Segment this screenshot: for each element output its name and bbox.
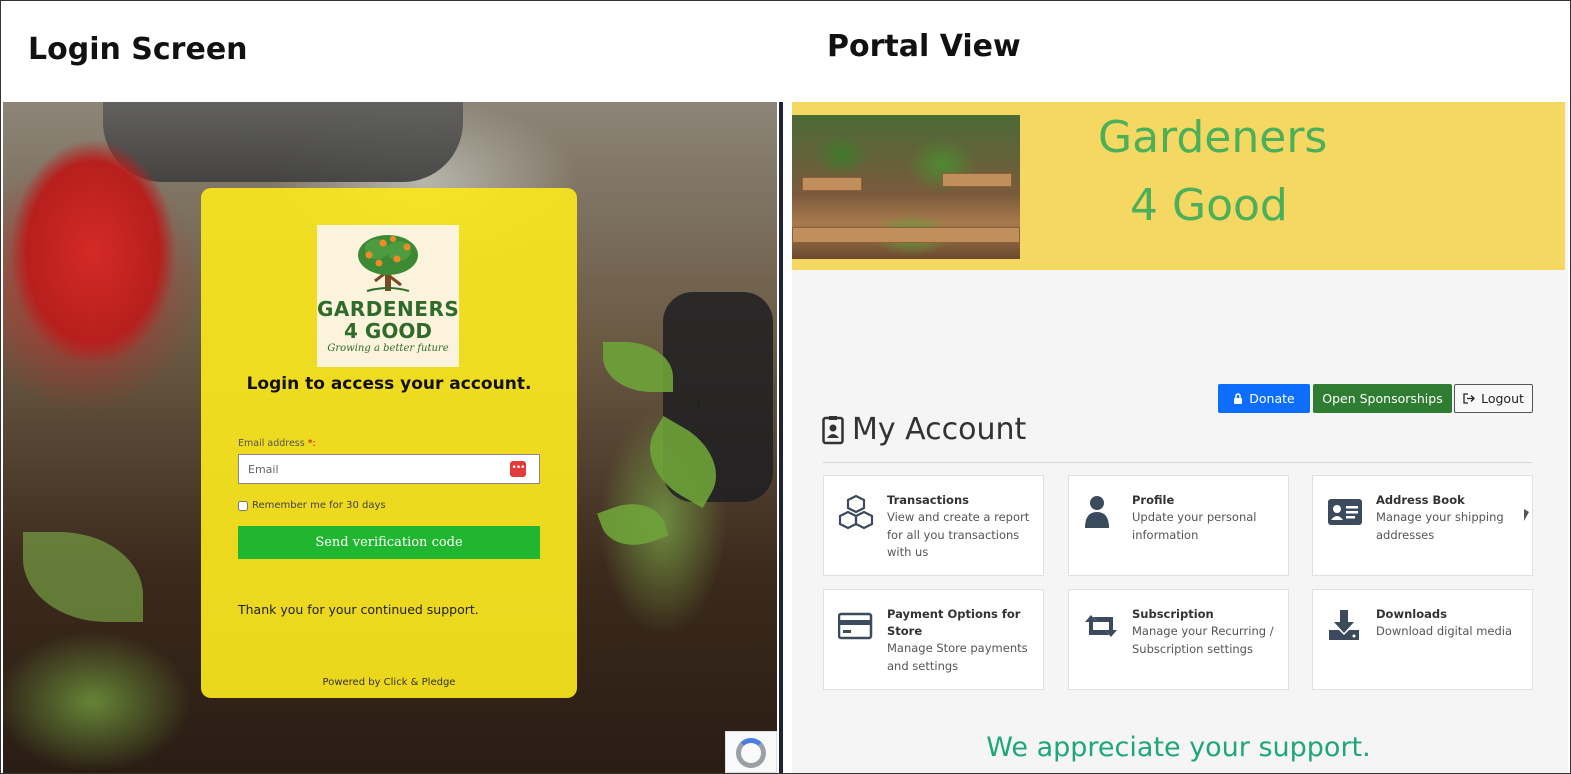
logout-button-label: Logout [1481,391,1524,406]
tile-title: Subscription [1132,607,1214,621]
tile-description: Manage your Recurring / Subscription set… [1132,624,1274,656]
mouse-cursor-icon [1524,509,1529,521]
tile-title: Address Book [1376,493,1465,507]
portal-banner: Gardeners 4 Good [792,102,1565,270]
photo-leaf [23,532,143,622]
photo-garden-bed [792,227,1020,243]
tile-description: View and create a report for all you tra… [887,510,1030,559]
photo-garden-bed [942,173,1012,187]
send-verification-code-button[interactable]: Send verification code [238,526,540,559]
remember-me[interactable]: Remember me for 30 days [238,500,386,511]
logo-text-line2: 4 GOOD [344,319,432,343]
tile-title: Transactions [887,493,969,507]
remember-me-checkbox[interactable] [238,500,248,511]
password-manager-icon[interactable]: ••• [510,461,526,477]
login-card: GARDENERS 4 GOOD Growing a better future… [201,188,577,698]
tile-description: Manage Store payments and settings [887,641,1028,673]
sign-out-icon [1463,393,1476,404]
login-screen-heading: Login Screen [28,32,248,67]
tile-title: Profile [1132,493,1175,507]
banner-title-line1: Gardeners [1098,112,1328,163]
open-sponsorships-button[interactable]: Open Sponsorships [1313,384,1452,413]
logout-button[interactable]: Logout [1454,384,1533,413]
banner-title-line2: 4 Good [1130,180,1288,231]
photo-glove [3,102,203,402]
banner-garden-photo [792,115,1020,259]
credit-card-icon [838,612,873,640]
email-label-text: Email address [238,438,305,449]
tile-description: Download digital media [1376,624,1513,638]
id-badge-icon [822,415,844,444]
logo-tagline: Growing a better future [327,343,449,354]
login-title: Login to access your account. [246,374,532,394]
recaptcha-badge[interactable] [725,731,777,773]
required-mark: *: [307,438,316,449]
recaptcha-icon [736,738,766,768]
my-account-title: My Account [852,412,1027,447]
email-label: Email address *: [238,438,316,449]
lock-icon [1234,393,1243,404]
mouse-cursor-icon [697,399,702,411]
gardeners-logo: GARDENERS 4 GOOD Growing a better future [317,225,459,367]
tile-description: Update your personal information [1132,510,1257,542]
cubes-icon [838,494,874,530]
payment-options-tile[interactable]: Payment Options for Store Manage Store p… [823,589,1044,690]
tree-icon [358,235,418,292]
remember-me-label: Remember me for 30 days [252,500,386,511]
donate-button[interactable]: Donate [1218,384,1310,413]
appreciation-message: We appreciate your support. [986,732,1371,763]
profile-tile[interactable]: Profile Update your personal information [1068,475,1289,576]
tile-description: Manage your shipping addresses [1376,510,1504,542]
donate-button-label: Donate [1249,391,1295,406]
photo-garden-bed [802,177,862,191]
portal-view-heading: Portal View [827,29,1021,64]
photo-leaf [597,493,669,556]
downloads-tile[interactable]: Downloads Download digital media [1312,589,1533,690]
transactions-tile[interactable]: Transactions View and create a report fo… [823,475,1044,576]
email-input[interactable] [238,454,540,484]
tile-title: Payment Options for Store [887,607,1021,638]
panel-divider [779,102,783,773]
powered-by-text: Powered by Click & Pledge [322,677,456,688]
tile-title: Downloads [1376,607,1447,621]
address-card-icon [1328,499,1362,525]
user-icon [1085,496,1109,528]
my-account-heading: My Account [822,412,1026,447]
portal-view: Gardeners 4 Good Donate Open Sponsorship… [792,102,1568,773]
logo-text-line1: GARDENERS [317,297,460,321]
thank-you-text: Thank you for your continued support. [238,602,479,617]
download-icon [1329,610,1359,640]
subscription-tile[interactable]: Subscription Manage your Recurring / Sub… [1068,589,1289,690]
section-divider [823,462,1532,463]
screenshot-frame: Login Screen Portal View GARDENERS 4 GOO… [0,0,1571,774]
retweet-icon [1085,615,1117,637]
address-book-tile[interactable]: Address Book Manage your shipping addres… [1312,475,1533,576]
